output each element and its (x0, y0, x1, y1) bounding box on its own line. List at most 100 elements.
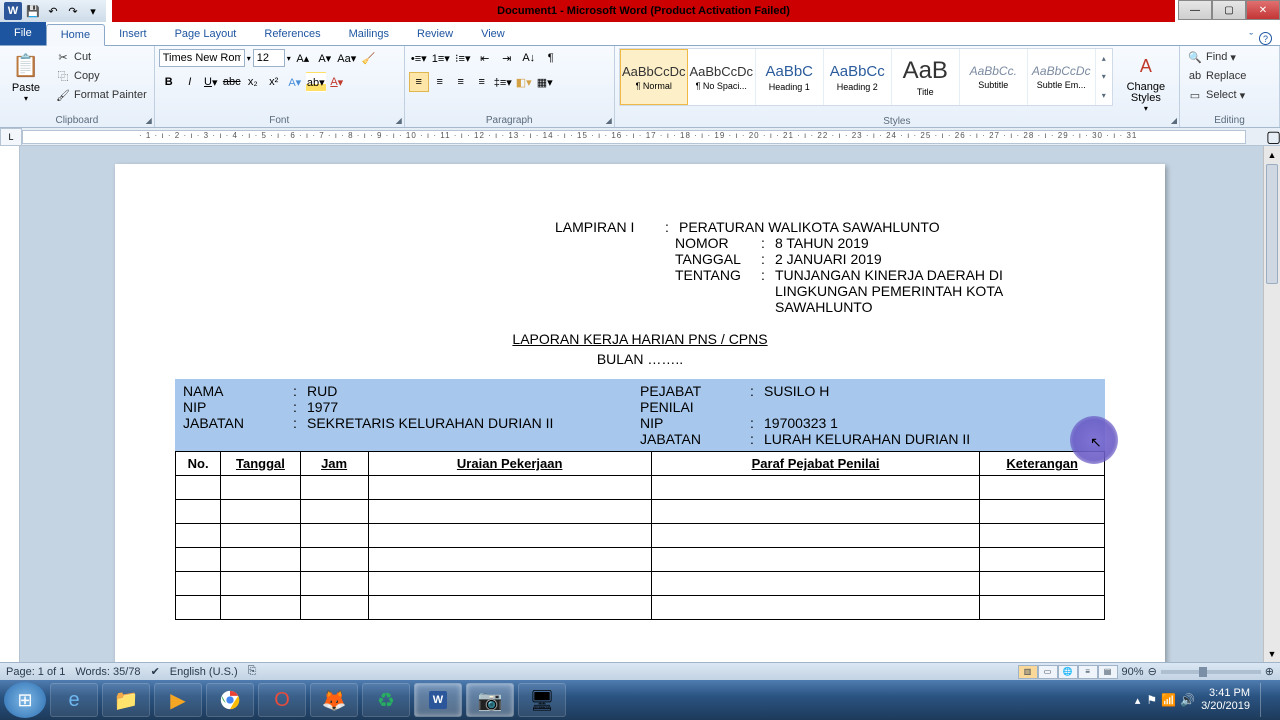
view-web[interactable]: 🌐 (1058, 665, 1078, 679)
align-left-button[interactable]: ≡ (409, 72, 429, 92)
format-painter-button[interactable]: 🖌Format Painter (52, 86, 150, 104)
dec-indent-button[interactable]: ⇤ (475, 48, 495, 68)
select-button[interactable]: ▭Select ▾ (1184, 86, 1275, 104)
shading-button[interactable]: ◧▾ (514, 72, 534, 92)
style-title[interactable]: AaBTitle (892, 49, 960, 105)
view-full-screen[interactable]: ▭ (1038, 665, 1058, 679)
clear-format-button[interactable]: 🧹 (359, 48, 379, 68)
style-heading1[interactable]: AaBbCHeading 1 (756, 49, 824, 105)
status-page[interactable]: Page: 1 of 1 (6, 666, 65, 678)
align-right-button[interactable]: ≡ (451, 72, 471, 92)
font-color-button[interactable]: A▾ (327, 72, 347, 92)
paste-button[interactable]: 📋 Paste ▾ (4, 48, 48, 105)
zoom-in-button[interactable]: ⊕ (1265, 665, 1274, 678)
replace-button[interactable]: abReplace (1184, 67, 1275, 85)
change-case-button[interactable]: Aa▾ (337, 48, 357, 68)
show-marks-button[interactable]: ¶ (541, 48, 561, 68)
status-words[interactable]: Words: 35/78 (75, 666, 140, 678)
save-icon[interactable]: 💾 (24, 2, 42, 20)
align-center-button[interactable]: ≡ (430, 72, 450, 92)
qat-more-icon[interactable]: ▾ (84, 2, 102, 20)
font-name-select[interactable] (159, 49, 245, 67)
ruler-toggle-icon[interactable]: ▢ (1266, 127, 1280, 147)
justify-button[interactable]: ≡ (472, 72, 492, 92)
zoom-level[interactable]: 90% (1122, 666, 1144, 678)
font-size-select[interactable] (253, 49, 285, 67)
task-chrome[interactable] (206, 683, 254, 717)
styles-launcher[interactable]: ◢ (1171, 116, 1177, 125)
task-app3[interactable]: 🖥 (518, 683, 566, 717)
redo-icon[interactable]: ↷ (64, 2, 82, 20)
style-subtle-em[interactable]: AaBbCcDcSubtle Em... (1028, 49, 1096, 105)
tab-file[interactable]: File (0, 21, 46, 45)
tray-volume-icon[interactable]: 🔊 (1180, 693, 1195, 707)
taskbar-clock[interactable]: 3:41 PM 3/20/2019 (1201, 687, 1250, 713)
gallery-more-button[interactable]: ▴▾▾ (1096, 49, 1112, 105)
undo-icon[interactable]: ↶ (44, 2, 62, 20)
sort-button[interactable]: A↓ (519, 48, 539, 68)
cut-button[interactable]: ✂Cut (52, 48, 150, 66)
grow-font-button[interactable]: A▴ (293, 48, 313, 68)
task-firefox[interactable]: 🦊 (310, 683, 358, 717)
superscript-button[interactable]: x² (264, 72, 284, 92)
tray-show-hidden-icon[interactable]: ▴ (1135, 694, 1141, 707)
text-effects-button[interactable]: A▾ (285, 72, 305, 92)
paragraph-launcher[interactable]: ◢ (606, 116, 612, 125)
view-draft[interactable]: ▤ (1098, 665, 1118, 679)
strike-button[interactable]: abc (222, 72, 242, 92)
tab-home[interactable]: Home (46, 24, 105, 46)
tab-view[interactable]: View (467, 23, 519, 45)
tab-page-layout[interactable]: Page Layout (161, 23, 251, 45)
task-app2[interactable]: 📷 (466, 683, 514, 717)
vertical-ruler[interactable] (0, 146, 20, 662)
styles-gallery[interactable]: AaBbCcDc¶ Normal AaBbCcDc¶ No Spaci... A… (619, 48, 1113, 106)
view-print-layout[interactable]: ▥ (1018, 665, 1038, 679)
tray-network-icon[interactable]: 📶 (1161, 693, 1176, 707)
view-outline[interactable]: ≡ (1078, 665, 1098, 679)
page[interactable]: LAMPIRAN I : PERATURAN WALIKOTA SAWAHLUN… (115, 164, 1165, 662)
highlight-button[interactable]: ab▾ (306, 72, 326, 92)
task-word[interactable]: W (414, 683, 462, 717)
copy-button[interactable]: ⿻Copy (52, 67, 150, 85)
start-button[interactable]: ⊞ (4, 682, 46, 718)
shrink-font-button[interactable]: A▾ (315, 48, 335, 68)
underline-button[interactable]: U▾ (201, 72, 221, 92)
italic-button[interactable]: I (180, 72, 200, 92)
horizontal-ruler[interactable]: · 1 · ı · 2 · ı · 3 · ı · 4 · ı · 5 · ı … (22, 130, 1246, 144)
tab-selector[interactable]: L (0, 128, 22, 146)
style-no-spacing[interactable]: AaBbCcDc¶ No Spaci... (688, 49, 756, 105)
vertical-scrollbar[interactable]: ▲ ▼ (1263, 146, 1280, 662)
close-button[interactable]: ✕ (1246, 0, 1280, 20)
task-app1[interactable]: ♻ (362, 683, 410, 717)
tab-references[interactable]: References (250, 23, 334, 45)
help-icon[interactable]: ? (1259, 32, 1272, 45)
line-spacing-button[interactable]: ‡≡▾ (493, 72, 513, 92)
font-launcher[interactable]: ◢ (396, 116, 402, 125)
task-explorer[interactable]: 📁 (102, 683, 150, 717)
clipboard-launcher[interactable]: ◢ (146, 116, 152, 125)
scroll-up-icon[interactable]: ▲ (1264, 146, 1280, 163)
scroll-down-icon[interactable]: ▼ (1264, 645, 1280, 662)
zoom-out-button[interactable]: ⊖ (1148, 665, 1157, 678)
show-desktop-button[interactable] (1260, 683, 1270, 717)
tab-mailings[interactable]: Mailings (335, 23, 403, 45)
inc-indent-button[interactable]: ⇥ (497, 48, 517, 68)
task-opera[interactable]: O (258, 683, 306, 717)
minimize-button[interactable]: — (1178, 0, 1212, 20)
task-ie[interactable]: e (50, 683, 98, 717)
zoom-slider[interactable] (1161, 670, 1261, 674)
maximize-button[interactable]: ▢ (1212, 0, 1246, 20)
insert-mode-icon[interactable]: ⎘ (248, 665, 257, 678)
status-lang[interactable]: English (U.S.) (170, 666, 238, 678)
task-wmp[interactable]: ▶ (154, 683, 202, 717)
tab-review[interactable]: Review (403, 23, 467, 45)
find-button[interactable]: 🔍Find ▾ (1184, 48, 1275, 66)
scroll-thumb[interactable] (1266, 164, 1278, 284)
tab-insert[interactable]: Insert (105, 23, 161, 45)
bold-button[interactable]: B (159, 72, 179, 92)
style-heading2[interactable]: AaBbCcHeading 2 (824, 49, 892, 105)
multilevel-button[interactable]: ⁝≡▾ (453, 48, 473, 68)
proofing-icon[interactable]: ✔ (151, 665, 160, 678)
borders-button[interactable]: ▦▾ (535, 72, 555, 92)
style-normal[interactable]: AaBbCcDc¶ Normal (620, 49, 688, 105)
